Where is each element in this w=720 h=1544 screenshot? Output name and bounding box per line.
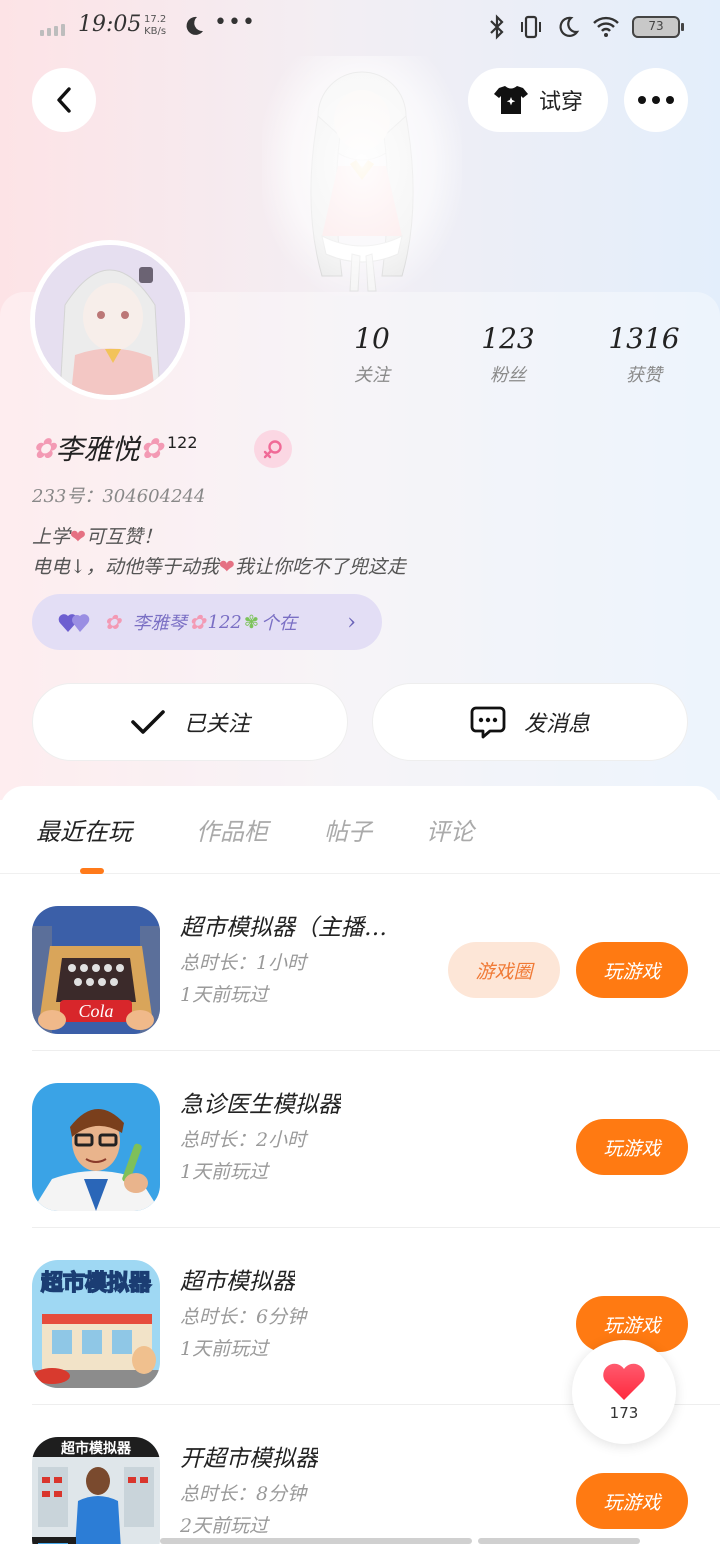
game-last-played: 1天前玩过 — [180, 1161, 269, 1183]
game-icon — [32, 1083, 160, 1211]
more-dots-icon — [638, 96, 674, 104]
try-on-button[interactable]: 试穿 — [468, 68, 608, 132]
status-bar: 19:05 17.2 KB/s ••• 73 — [0, 0, 720, 56]
stat-following[interactable]: 10 关注 — [312, 322, 432, 387]
game4-icon-text: 超市模拟器 — [60, 1440, 132, 1457]
floating-like-button[interactable]: 173 — [572, 1340, 676, 1444]
user-id-label: 233号： — [32, 486, 103, 507]
game-circle-button[interactable]: 游戏圈 — [448, 942, 560, 998]
back-button[interactable] — [32, 68, 96, 132]
user-id: 233号：304604244 — [32, 482, 205, 508]
signal-icon — [40, 24, 65, 36]
stat-likes-label: 获赞 — [626, 365, 662, 386]
net-speed-unit: KB/s — [144, 26, 167, 37]
game-icon: Cola — [32, 906, 160, 1034]
game-duration: 总时长：6分钟 — [180, 1306, 307, 1328]
relation-suffix: 122 — [207, 611, 242, 633]
game-icon: 超市模拟器 — [32, 1260, 160, 1388]
game-title: 超市模拟器（主播… — [180, 915, 387, 941]
more-status-icon: ••• — [214, 10, 256, 35]
play-game-button[interactable]: 玩游戏 — [576, 942, 688, 998]
chat-bubble-icon — [470, 706, 506, 739]
wifi-icon — [593, 16, 619, 37]
flower-icon: ✿ — [32, 431, 56, 465]
stat-followers[interactable]: 123 粉丝 — [448, 322, 568, 387]
home-indicator — [160, 1538, 472, 1544]
stat-following-label: 关注 — [354, 365, 390, 386]
relation-tail: 个在 — [260, 613, 297, 634]
tab-bar: 最近在玩 作品柜 帖子 评论 — [0, 786, 720, 874]
list-item[interactable]: Cola 超市模拟器（主播… 总时长：1小时 1天前玩过 游戏圈 玩游戏 — [0, 874, 720, 1051]
tab-works[interactable]: 作品柜 — [196, 812, 268, 847]
flower-icon: ✿ — [188, 610, 206, 634]
game-last-played: 2天前玩过 — [180, 1515, 269, 1537]
avatar-image — [35, 245, 185, 395]
game1-icon-text: Cola — [78, 1001, 113, 1021]
net-speed: 17.2 KB/s — [144, 14, 166, 38]
check-icon — [131, 710, 165, 734]
game-last-played: 1天前玩过 — [180, 1338, 269, 1360]
bouquet-icon: ✾ — [243, 611, 259, 633]
double-heart-icon — [58, 614, 90, 632]
play-game-button[interactable]: 玩游戏 — [576, 1473, 688, 1529]
status-time: 19:05 — [78, 12, 142, 37]
heart-icon: ❤ — [70, 526, 86, 548]
bio-text: 电电↓，动他等于动我 — [32, 556, 219, 578]
stat-following-value: 10 — [354, 322, 390, 355]
relation-name: 李雅琴 — [132, 613, 187, 634]
game-duration: 总时长：1小时 — [180, 952, 307, 974]
bio: 上学❤可互赞！ 电电↓，动他等于动我❤我让你吃不了兜这走 — [32, 522, 406, 582]
dnd-moon-icon — [559, 16, 580, 37]
stat-likes[interactable]: 1316 获赞 — [584, 322, 704, 387]
username-suffix: 122 — [166, 432, 198, 452]
user-id-value: 304604244 — [102, 486, 206, 507]
list-item[interactable]: 急诊医生模拟器 总时长：2小时 1天前玩过 玩游戏 — [0, 1051, 720, 1228]
vibrate-icon — [521, 15, 541, 39]
stat-followers-value: 123 — [481, 322, 535, 355]
game3-icon-text: 超市模拟器 — [41, 1270, 152, 1296]
battery-icon: 73 — [632, 16, 684, 38]
send-message-label: 发消息 — [523, 712, 590, 737]
moon-icon — [186, 16, 203, 35]
bluetooth-icon — [490, 14, 504, 40]
game-duration: 总时长：8分钟 — [180, 1483, 307, 1505]
female-icon — [254, 430, 292, 468]
flower-icon: ✿ — [104, 610, 121, 634]
like-count: 173 — [609, 1404, 639, 1422]
heart-icon — [603, 1363, 645, 1400]
stat-followers-label: 粉丝 — [490, 365, 526, 386]
stat-likes-value: 1316 — [608, 322, 680, 355]
play-game-button[interactable]: 玩游戏 — [576, 1119, 688, 1175]
username-text: 李雅悦 — [55, 433, 140, 466]
followed-label: 已关注 — [183, 712, 250, 737]
bio-text: 可互赞！ — [85, 526, 162, 548]
flower-icon: ✿ — [139, 431, 163, 465]
try-on-label: 试穿 — [538, 90, 583, 115]
bio-text: 我让你吃不了兜这走 — [234, 556, 406, 578]
game-title: 急诊医生模拟器 — [180, 1092, 341, 1118]
chevron-right-icon: › — [347, 609, 356, 635]
tab-recently-played[interactable]: 最近在玩 — [36, 812, 132, 847]
chevron-left-icon — [57, 87, 71, 113]
tab-comments[interactable]: 评论 — [426, 812, 474, 847]
game-icon: 超市模拟器 — [32, 1437, 160, 1544]
home-indicator — [478, 1538, 640, 1544]
game-title: 超市模拟器 — [180, 1269, 295, 1295]
avatar-figure — [262, 56, 462, 296]
game-title: 开超市模拟器 — [180, 1446, 318, 1472]
net-speed-value: 17.2 — [144, 14, 167, 25]
tab-posts[interactable]: 帖子 — [324, 812, 372, 847]
relation-chip[interactable]: ✿ 李雅琴 ✿ 122 ✾ 个在 › — [32, 594, 382, 650]
game-duration: 总时长：2小时 — [180, 1129, 307, 1151]
send-message-button[interactable]: 发消息 — [372, 683, 688, 761]
followed-button[interactable]: 已关注 — [32, 683, 348, 761]
tshirt-icon — [493, 86, 528, 114]
avatar[interactable] — [30, 240, 190, 400]
bio-text: 上学 — [32, 526, 71, 548]
game-last-played: 1天前玩过 — [180, 984, 269, 1006]
battery-level: 73 — [648, 19, 664, 33]
heart-icon: ❤ — [218, 556, 235, 578]
username: ✿ 李雅悦 ✿ 122 — [32, 428, 198, 468]
more-button[interactable] — [624, 68, 688, 132]
